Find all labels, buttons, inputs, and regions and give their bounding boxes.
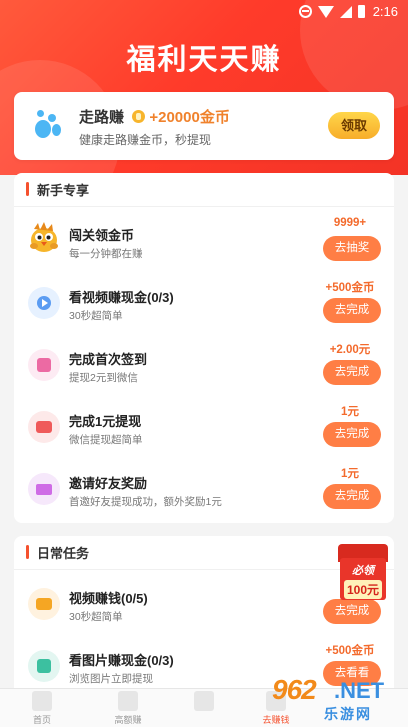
badge-line1: 必领 bbox=[352, 565, 374, 577]
task-reward: +500金币 bbox=[325, 282, 375, 294]
chick-icon bbox=[30, 222, 58, 252]
task-subtitle: 30秒超简单 bbox=[69, 611, 123, 623]
badge-amount: 100元 bbox=[343, 580, 383, 599]
task-reward: 9999+ bbox=[333, 217, 367, 229]
walk-title: 走路赚 bbox=[79, 109, 125, 126]
task-item: 完成首次签到 提现2元到微信 +2.00元 去完成 bbox=[14, 335, 394, 397]
task-title: 看图片赚现金(0/3) bbox=[69, 653, 174, 668]
tab-home[interactable]: 首页 bbox=[12, 691, 72, 726]
status-time: 2:16 bbox=[372, 4, 398, 19]
task-subtitle: 微信提现超简单 bbox=[69, 434, 143, 446]
task-subtitle: 30秒超简单 bbox=[69, 310, 123, 322]
do-not-disturb-icon bbox=[298, 5, 312, 18]
withdraw-icon bbox=[28, 411, 60, 443]
task-item: 邀请好友奖励 首邀好友提现成功，额外奖励1元 1元 去完成 bbox=[14, 459, 394, 521]
task-title: 看视频赚现金(0/3) bbox=[69, 290, 174, 305]
calendar-icon bbox=[28, 349, 60, 381]
task-title: 完成1元提现 bbox=[69, 414, 142, 429]
task-title: 邀请好友奖励 bbox=[69, 476, 148, 491]
section-title: 日常任务 bbox=[37, 546, 90, 561]
video-icon bbox=[28, 588, 60, 620]
battery-icon bbox=[357, 5, 365, 18]
watermark-subtitle: 乐游网 bbox=[324, 706, 372, 722]
tab-high-earn[interactable]: 高额赚 bbox=[98, 691, 158, 726]
walk-reward: +20000金币 bbox=[149, 109, 230, 126]
tab-center[interactable] bbox=[174, 691, 234, 713]
task-reward: 1元 bbox=[341, 406, 359, 418]
complete-button[interactable]: 去完成 bbox=[323, 298, 381, 323]
envelope-icon bbox=[28, 473, 60, 505]
task-subtitle: 每一分钟都在赚 bbox=[69, 248, 143, 260]
tab-label: 高额赚 bbox=[114, 715, 142, 725]
home-icon bbox=[32, 691, 52, 711]
walk-earn-card: 走路赚 +20000金币 健康走路赚金币，秒提现 领取 bbox=[14, 92, 394, 160]
lottery-button[interactable]: 去抽奖 bbox=[323, 236, 381, 261]
task-reward: 1元 bbox=[341, 468, 359, 480]
section-header: 日常任务 bbox=[14, 536, 394, 570]
watermark-number: 962 bbox=[272, 674, 317, 705]
task-title: 闯关领金币 bbox=[69, 228, 135, 243]
footprints-icon bbox=[32, 110, 62, 140]
walk-subtitle: 健康走路赚金币，秒提现 bbox=[79, 133, 212, 147]
red-envelope-badge[interactable]: 必领 100元 bbox=[338, 544, 388, 602]
task-reward: +2.00元 bbox=[329, 344, 371, 356]
complete-button[interactable]: 去完成 bbox=[323, 422, 381, 447]
image-icon bbox=[28, 650, 60, 682]
task-item: 视频赚钱(0/5) 30秒超简单 +5 去完成 bbox=[14, 574, 394, 636]
envelope-body: 必领 100元 bbox=[340, 558, 386, 600]
watermark-suffix: .NET bbox=[334, 678, 385, 703]
status-bar: 2:16 bbox=[0, 0, 408, 24]
high-earn-icon bbox=[118, 691, 138, 711]
task-title: 完成首次签到 bbox=[69, 352, 148, 367]
task-subtitle: 浏览图片立即提现 bbox=[69, 673, 153, 685]
section-title: 新手专享 bbox=[37, 183, 90, 198]
newbie-section: 新手专享 闯关领金币 每一分钟都在赚 9999+ 去抽奖 看视频赚现金(0/3)… bbox=[14, 173, 394, 523]
task-title: 视频赚钱(0/5) bbox=[69, 591, 148, 606]
coin-icon bbox=[132, 110, 146, 123]
page-title: 福利天天赚 bbox=[126, 44, 282, 76]
section-marker bbox=[26, 545, 29, 559]
claim-button[interactable]: 领取 bbox=[328, 112, 380, 139]
task-item: 闯关领金币 每一分钟都在赚 9999+ 去抽奖 bbox=[14, 211, 394, 273]
complete-button[interactable]: 去完成 bbox=[323, 599, 381, 624]
tab-label: 首页 bbox=[32, 715, 51, 725]
section-header: 新手专享 bbox=[14, 173, 394, 207]
task-item: 完成1元提现 微信提现超简单 1元 去完成 bbox=[14, 397, 394, 459]
task-reward: +500金币 bbox=[325, 645, 375, 657]
task-subtitle: 提现2元到微信 bbox=[69, 372, 138, 384]
section-marker bbox=[26, 182, 29, 196]
play-icon bbox=[28, 287, 60, 319]
wifi-icon bbox=[317, 5, 334, 18]
complete-button[interactable]: 去完成 bbox=[323, 484, 381, 509]
center-icon bbox=[194, 691, 214, 711]
task-item: 看视频赚现金(0/3) 30秒超简单 +500金币 去完成 bbox=[14, 273, 394, 335]
signal-icon bbox=[339, 5, 352, 18]
watermark-logo: 962 .NET 乐游网 bbox=[272, 672, 400, 724]
complete-button[interactable]: 去完成 bbox=[323, 360, 381, 385]
task-subtitle: 首邀好友提现成功，额外奖励1元 bbox=[69, 496, 222, 508]
